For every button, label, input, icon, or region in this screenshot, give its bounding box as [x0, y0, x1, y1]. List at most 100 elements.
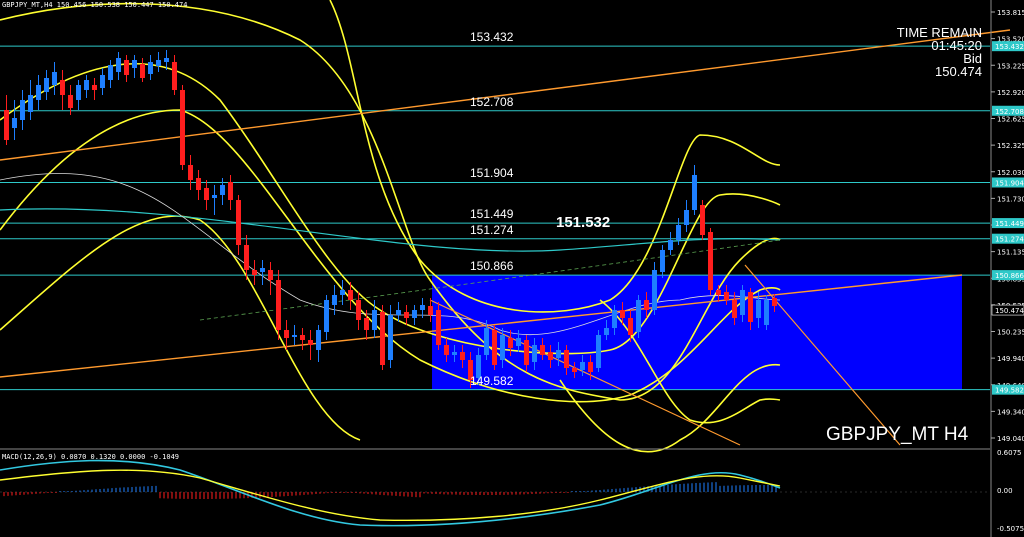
- candle-body-82: [660, 250, 665, 272]
- axis-level-label-5: 150.866: [995, 272, 1024, 280]
- candle-body-73: [588, 362, 593, 372]
- level-151904-label: 151.904: [470, 166, 514, 181]
- candle-body-91: [732, 300, 737, 318]
- candle-body-93: [748, 292, 753, 322]
- candle-body-96: [772, 298, 777, 306]
- range-zone-rect: [432, 275, 962, 390]
- candle-body-35: [284, 330, 289, 338]
- axis-tick-label-16: 149.040: [997, 435, 1024, 443]
- candle-body-86: [692, 175, 697, 210]
- candle-body-39: [316, 330, 321, 350]
- candle-body-9: [76, 85, 81, 100]
- candle-body-12: [100, 75, 105, 88]
- level-151274-label: 151.274: [470, 222, 514, 237]
- candle-body-48: [388, 315, 393, 360]
- axis-tick-label-0: 153.815: [997, 9, 1024, 17]
- candle-body-83: [668, 240, 673, 250]
- candle-body-62: [500, 335, 505, 360]
- candle-body-46: [372, 310, 377, 330]
- candle-body-6: [52, 72, 57, 85]
- candle-body-34: [276, 280, 281, 330]
- candle-body-81: [652, 270, 657, 310]
- candle-body-66: [532, 345, 537, 362]
- candle-body-57: [460, 352, 465, 360]
- candle-body-50: [404, 312, 409, 318]
- candle-body-87: [700, 205, 705, 235]
- macd-axis-label-0: 0.6075: [997, 449, 1022, 457]
- candle-body-95: [764, 300, 769, 325]
- level-152708-label: 152.708: [470, 94, 514, 109]
- candle-body-92: [740, 290, 745, 315]
- candle-body-36: [292, 335, 297, 337]
- candle-body-42: [340, 290, 345, 295]
- candle-body-90: [724, 292, 729, 300]
- candle-body-84: [676, 225, 681, 240]
- candle-body-61: [492, 330, 497, 365]
- candle-body-72: [580, 362, 585, 370]
- candle-body-1: [12, 118, 17, 128]
- candle-body-52: [420, 305, 425, 310]
- candle-body-76: [612, 310, 617, 328]
- candle-body-31: [252, 270, 257, 275]
- candle-body-53: [428, 306, 433, 315]
- candle-body-71: [572, 368, 577, 372]
- axis-tick-label-2: 153.225: [997, 62, 1024, 70]
- axis-tick-label-3: 152.920: [997, 89, 1024, 97]
- candle-body-94: [756, 300, 761, 318]
- level-150866-label: 150.866: [470, 259, 514, 274]
- candle-body-13: [108, 65, 113, 80]
- axis-level-label-3: 151.449: [995, 220, 1024, 228]
- axis-level-label-2: 151.904: [995, 179, 1024, 187]
- candle-body-75: [604, 328, 609, 335]
- candle-body-41: [332, 295, 337, 305]
- macd-info-line: MACD(12,26,9) 0.0870 0.1320 0.0000 -0.10…: [2, 453, 180, 461]
- candle-body-85: [684, 210, 689, 225]
- bid-value: 150.474: [935, 64, 982, 79]
- candle-body-63: [508, 338, 513, 348]
- level-153432-label: 153.432: [470, 30, 514, 45]
- candle-body-47: [380, 312, 385, 365]
- axis-current-label: 150.474: [995, 307, 1024, 315]
- candle-body-88: [708, 232, 713, 290]
- candle-body-3: [28, 95, 33, 112]
- axis-tick-label-7: 151.730: [997, 195, 1024, 203]
- macd-axis-label-2: -0.5075: [997, 525, 1024, 533]
- candle-body-80: [644, 300, 649, 310]
- candle-body-0: [4, 110, 9, 140]
- candle-body-30: [244, 245, 249, 270]
- candle-body-49: [396, 310, 401, 315]
- candle-body-78: [628, 318, 633, 335]
- candle-body-67: [540, 345, 545, 355]
- range-zone: [432, 275, 962, 390]
- candle-body-74: [596, 335, 601, 368]
- candle-body-40: [324, 300, 329, 332]
- candle-body-64: [516, 338, 521, 346]
- candle-body-2: [20, 100, 25, 120]
- candle-body-54: [436, 310, 441, 345]
- axis-level-label-0: 153.432: [995, 43, 1024, 51]
- axis-level-label-1: 152.708: [995, 108, 1024, 116]
- axis-level-label-6: 149.582: [995, 387, 1024, 395]
- candle-body-27: [220, 185, 225, 195]
- candle-body-24: [196, 178, 201, 190]
- candle-body-5: [44, 78, 49, 92]
- axis-tick-label-9: 151.135: [997, 249, 1024, 257]
- level-149582-label: 149.582: [470, 373, 514, 388]
- candle-body-70: [564, 350, 569, 368]
- candle-body-68: [548, 352, 553, 360]
- candle-body-7: [60, 80, 65, 95]
- candle-body-18: [148, 62, 153, 74]
- candle-body-44: [356, 300, 361, 320]
- candle-body-22: [180, 90, 185, 165]
- axis-tick-label-6: 152.030: [997, 169, 1024, 177]
- candle-body-32: [260, 268, 265, 272]
- candle-body-43: [348, 290, 353, 300]
- candle-body-16: [132, 60, 137, 68]
- time-remain-box: TIME REMAIN 01:45:20 Bid 150.474: [897, 26, 982, 78]
- candle-body-10: [84, 80, 89, 90]
- candle-body-55: [444, 345, 449, 355]
- chart-info-line: GBPJPY_MT,H4 150.456 150.538 150.447 150…: [2, 1, 188, 9]
- candle-body-65: [524, 340, 529, 365]
- candle-body-28: [228, 182, 233, 200]
- candle-body-17: [140, 64, 145, 78]
